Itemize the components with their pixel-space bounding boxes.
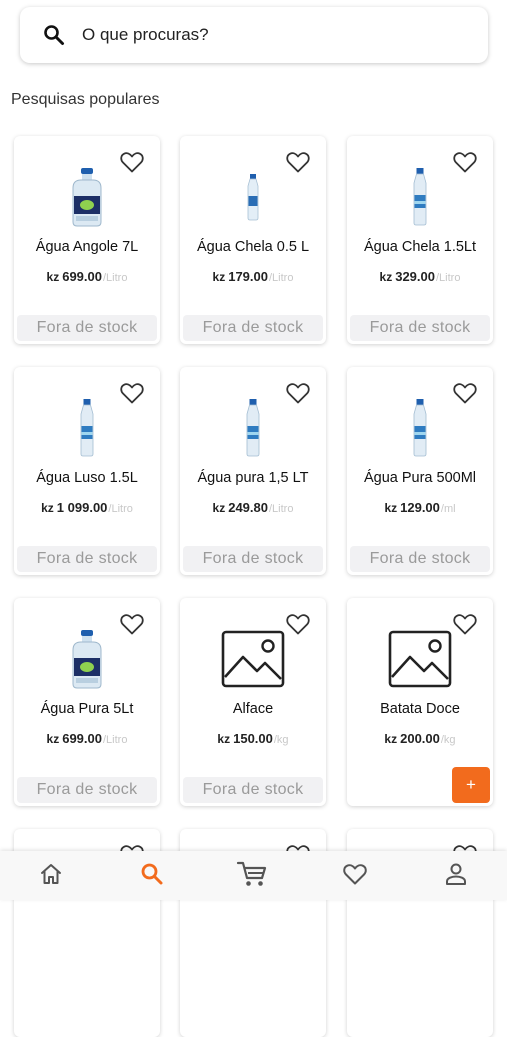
price-unit: /Litro xyxy=(435,272,461,284)
product-card[interactable]: Água Chela 0.5 L kz 179.00/Litro Fora de st… xyxy=(180,136,326,344)
product-price: kz 150.00/kg xyxy=(180,731,326,746)
water-bottle-icon xyxy=(241,398,265,463)
nav-search[interactable] xyxy=(137,861,167,891)
price-value: 249.80 xyxy=(228,500,268,515)
product-name: Água Luso 1.5L xyxy=(36,470,138,486)
product-image[interactable] xyxy=(347,628,493,694)
product-price: kz 699.00/Litro xyxy=(14,731,160,746)
product-name: Água Angole 7L xyxy=(35,239,139,255)
image-placeholder-icon xyxy=(221,630,285,693)
product-image[interactable] xyxy=(180,628,326,694)
price-unit: /Litro xyxy=(108,503,133,515)
product-price: kz 129.00/ml xyxy=(347,500,493,515)
product-card[interactable]: Água Angole 7L kz 699.00/Litro Fora de stoc… xyxy=(14,136,160,344)
product-image[interactable] xyxy=(14,628,160,694)
price-value: 699.00 xyxy=(62,731,102,746)
product-price: kz 249.80/Litro xyxy=(180,500,326,515)
water-bottle-icon xyxy=(75,398,99,463)
product-price: kz 200.00/kg xyxy=(347,731,493,746)
nav-home[interactable] xyxy=(36,861,66,891)
product-name: Alface xyxy=(232,701,274,717)
product-name: Água Chela 0.5 L xyxy=(196,239,310,255)
product-card[interactable]: Água Pura 500Ml kz 129.00/ml Fora de stock xyxy=(347,367,493,575)
price-currency: kz xyxy=(212,270,226,284)
product-image[interactable] xyxy=(14,166,160,232)
water-jug-icon xyxy=(69,628,105,695)
price-value: 200.00 xyxy=(400,731,440,746)
price-unit: /Litro xyxy=(268,272,294,284)
price-unit: /kg xyxy=(273,734,289,746)
price-value: 329.00 xyxy=(395,269,435,284)
price-value: 699.00 xyxy=(62,269,102,284)
water-bottle-small-icon xyxy=(243,172,263,227)
price-currency: kz xyxy=(212,501,226,515)
product-name: Água Chela 1.5Lt xyxy=(363,239,477,255)
product-name: Água Pura 500Ml xyxy=(363,470,477,486)
nav-profile[interactable] xyxy=(441,861,471,891)
product-price: kz 699.00/Litro xyxy=(14,269,160,284)
out-of-stock-label: Fora de stock xyxy=(350,315,490,341)
product-card[interactable]: Água Luso 1.5L kz 1 099.00/Litro Fora de st… xyxy=(14,367,160,575)
product-image[interactable] xyxy=(347,397,493,463)
heart-icon xyxy=(342,862,368,891)
out-of-stock-label: Fora de stock xyxy=(183,546,323,572)
price-currency: kz xyxy=(384,732,398,746)
user-icon xyxy=(444,861,468,892)
water-jug-icon xyxy=(69,166,105,233)
price-value: 129.00 xyxy=(400,500,440,515)
price-currency: kz xyxy=(384,501,398,515)
price-unit: /kg xyxy=(440,734,456,746)
product-price: kz 329.00/Litro xyxy=(347,269,493,284)
image-placeholder-icon xyxy=(388,630,452,693)
product-card[interactable]: Batata Doce kz 200.00/kg + xyxy=(347,598,493,806)
water-bottle-icon xyxy=(408,167,432,232)
nav-favorites[interactable] xyxy=(340,861,370,891)
add-to-cart-button[interactable]: + xyxy=(452,767,490,803)
search-icon xyxy=(139,861,165,892)
product-price: kz 179.00/Litro xyxy=(180,269,326,284)
product-image[interactable] xyxy=(180,166,326,232)
bottom-nav xyxy=(0,851,507,900)
product-price: kz 1 099.00/Litro xyxy=(14,500,160,515)
price-unit: /Litro xyxy=(268,503,294,515)
cart-icon xyxy=(236,859,268,894)
product-card[interactable]: Água Pura 5Lt kz 699.00/Litro Fora de stock xyxy=(14,598,160,806)
out-of-stock-label: Fora de stock xyxy=(183,315,323,341)
product-card[interactable]: Alface kz 150.00/kg Fora de stock xyxy=(180,598,326,806)
water-bottle-icon xyxy=(408,398,432,463)
product-name: Água pura 1,5 LT xyxy=(197,470,309,486)
out-of-stock-label: Fora de stock xyxy=(183,777,323,803)
product-name: Água Pura 5Lt xyxy=(40,701,134,717)
price-currency: kz xyxy=(379,270,393,284)
price-value: 1 099.00 xyxy=(56,500,108,515)
price-unit: /Litro xyxy=(102,734,128,746)
price-value: 179.00 xyxy=(228,269,268,284)
nav-cart[interactable] xyxy=(236,859,268,894)
out-of-stock-label: Fora de stock xyxy=(17,546,157,572)
product-card[interactable]: Água Chela 1.5Lt kz 329.00/Litro Fora de st… xyxy=(347,136,493,344)
price-unit: /ml xyxy=(440,503,456,515)
price-currency: kz xyxy=(41,501,54,515)
price-currency: kz xyxy=(46,732,60,746)
price-value: 150.00 xyxy=(233,731,273,746)
price-unit: /Litro xyxy=(102,272,128,284)
product-name: Batata Doce xyxy=(380,701,460,717)
product-image[interactable] xyxy=(180,397,326,463)
out-of-stock-label: Fora de stock xyxy=(17,315,157,341)
out-of-stock-label: Fora de stock xyxy=(17,777,157,803)
product-grid: Água Angole 7L kz 699.00/Litro Fora de stoc… xyxy=(0,0,507,1037)
product-image[interactable] xyxy=(347,166,493,232)
product-image[interactable] xyxy=(14,397,160,463)
home-icon xyxy=(38,861,64,892)
out-of-stock-label: Fora de stock xyxy=(350,546,490,572)
price-currency: kz xyxy=(46,270,60,284)
product-card[interactable]: Água pura 1,5 LT kz 249.80/Litro Fora de st… xyxy=(180,367,326,575)
price-currency: kz xyxy=(217,732,231,746)
